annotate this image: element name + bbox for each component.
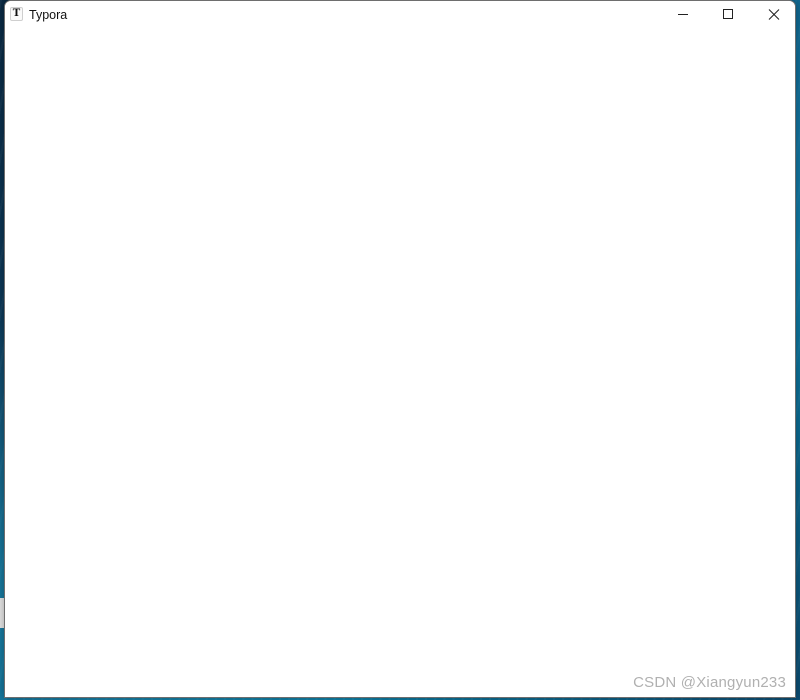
typora-window: T Typora bbox=[4, 0, 796, 698]
close-button[interactable] bbox=[751, 1, 795, 29]
maximize-icon bbox=[723, 9, 733, 19]
editor-area[interactable] bbox=[5, 29, 795, 697]
title-bar[interactable]: T Typora bbox=[5, 1, 795, 29]
watermark: CSDN @Xiangyun233 bbox=[633, 674, 786, 691]
typora-app-icon[interactable]: T bbox=[10, 7, 23, 21]
close-icon bbox=[768, 9, 780, 20]
window-title: Typora bbox=[29, 8, 68, 22]
maximize-button[interactable] bbox=[705, 1, 751, 29]
minimize-button[interactable] bbox=[660, 1, 706, 29]
minimize-icon bbox=[678, 14, 688, 15]
